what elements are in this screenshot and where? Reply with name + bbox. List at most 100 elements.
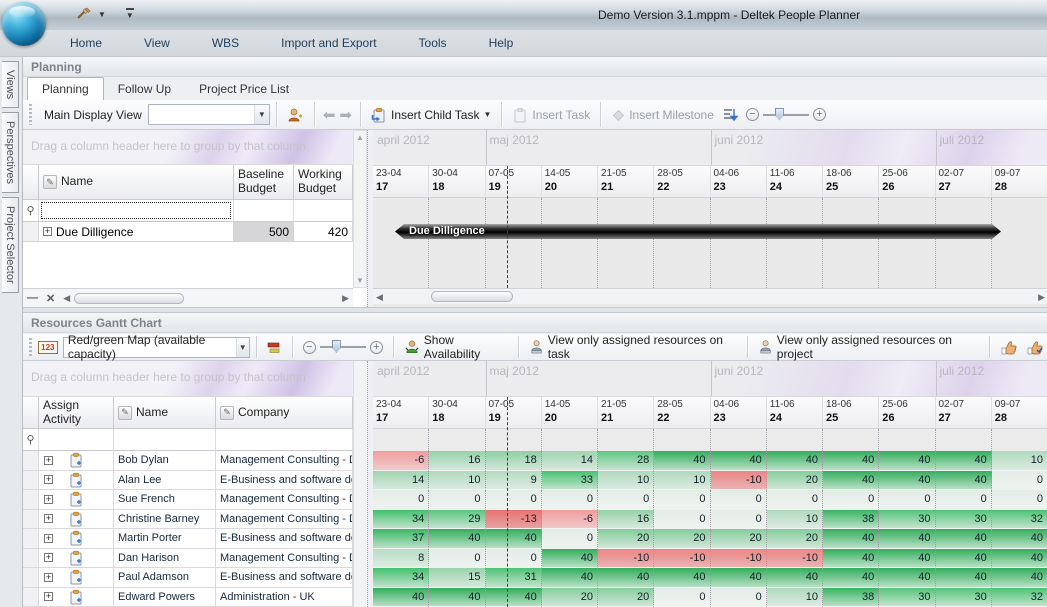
heatmap-cell[interactable]: 40	[992, 568, 1047, 588]
heatmap-cell[interactable]: 40	[373, 588, 429, 607]
assign-activity-icon[interactable]	[69, 589, 83, 605]
assign-activity-cell[interactable]: +	[39, 529, 114, 549]
heatmap-cell[interactable]: 20	[542, 588, 598, 607]
heatmap-cell[interactable]: -10	[711, 549, 767, 569]
planning-groupby-band[interactable]: Drag a column header here to group by th…	[23, 130, 353, 165]
heatmap-cell[interactable]: -13	[486, 510, 542, 530]
ribbon-tab-wbs[interactable]: WBS	[198, 31, 253, 55]
zoom-slider-thumb[interactable]	[332, 340, 341, 353]
toolbar-grip[interactable]	[29, 338, 32, 356]
week-header-cell[interactable]: 02-0727	[936, 397, 992, 428]
week-header-cell[interactable]: 11-0624	[767, 166, 823, 197]
heatmap-cell[interactable]: 40	[711, 451, 767, 471]
main-display-view-combobox[interactable]: ▼	[148, 104, 270, 125]
heatmap-cell[interactable]: 10	[992, 451, 1047, 471]
title-bar[interactable]: ▼ ▼ Demo Version 3.1.mppm - Deltek Peopl…	[0, 0, 1047, 30]
week-header-cell[interactable]: 14-0520	[542, 397, 598, 428]
heatmap-cell[interactable]: 34	[373, 568, 429, 588]
column-header-company[interactable]: ✎ Company	[216, 397, 353, 429]
resource-company-cell[interactable]: Management Consulting - DK	[216, 451, 353, 471]
heatmap-cell[interactable]: 30	[936, 510, 992, 530]
week-header-cell[interactable]: 28-0522	[654, 397, 710, 428]
resource-row[interactable]: +Sue FrenchManagement Consulting - DK	[23, 490, 353, 510]
planning-grid-vscrollbar[interactable]: ▲ ▼	[353, 130, 367, 288]
heatmap-cell[interactable]: 31	[486, 568, 542, 588]
assign-activity-cell[interactable]: +	[39, 490, 114, 510]
zoom-slider[interactable]	[320, 346, 366, 348]
heatmap-cell[interactable]: 40	[542, 549, 598, 569]
working-budget-cell[interactable]: 420	[294, 222, 353, 242]
scroll-left-icon[interactable]: ◀	[376, 292, 383, 303]
week-header-cell[interactable]: 11-0624	[767, 397, 823, 428]
heatmap-cell[interactable]: 20	[711, 529, 767, 549]
app-logo[interactable]	[2, 2, 46, 46]
week-header-cell[interactable]: 04-0623	[711, 166, 767, 197]
resource-name-cell[interactable]: Christine Barney	[114, 510, 216, 530]
side-tab-views[interactable]: Views	[2, 61, 19, 108]
task-row[interactable]: + Due Dilligence 500 420	[23, 222, 353, 242]
reject-button[interactable]	[1022, 338, 1047, 357]
resource-row[interactable]: +Christine BarneyManagement Consulting -…	[23, 510, 353, 530]
heatmap-cell[interactable]: 40	[879, 471, 935, 491]
column-header-assign-activity[interactable]: Assign Activity	[39, 397, 114, 429]
ribbon-tab-help[interactable]: Help	[475, 31, 528, 55]
scroll-up-icon[interactable]: ▲	[356, 133, 364, 142]
heatmap-cell[interactable]: 18	[486, 451, 542, 471]
heatmap-cell[interactable]: 0	[373, 490, 429, 510]
resource-name-cell[interactable]: Paul Adamson	[114, 568, 216, 588]
heatmap-cell[interactable]: 30	[879, 510, 935, 530]
heatmap-cell[interactable]: 40	[654, 568, 710, 588]
scroll-left-icon[interactable]: ◀	[63, 293, 70, 304]
heatmap-cell[interactable]: 40	[823, 451, 879, 471]
zoom-slider[interactable]	[763, 114, 809, 116]
heatmap-cell[interactable]: -10	[767, 549, 823, 569]
heatmap-cell[interactable]: -10	[711, 471, 767, 491]
heatmap-cell[interactable]: 0	[429, 490, 485, 510]
resource-row[interactable]: +Martin PorterE-Business and software de…	[23, 529, 353, 549]
expander-icon[interactable]: +	[44, 495, 53, 504]
column-header-baseline-budget[interactable]: Baseline Budget	[234, 165, 294, 200]
heatmap-cell[interactable]: 40	[992, 529, 1047, 549]
week-header-cell[interactable]: 18-0625	[823, 166, 879, 197]
approve-button[interactable]	[996, 338, 1022, 357]
resource-company-cell[interactable]: Management Consulting - DK	[216, 549, 353, 569]
quick-access-toolbar[interactable]: ▼ ▼	[76, 6, 134, 22]
heatmap-cell[interactable]: 14	[373, 471, 429, 491]
week-header-cell[interactable]: 21-0521	[598, 397, 654, 428]
paintbrush-icon[interactable]	[76, 6, 92, 22]
resource-name-cell[interactable]: Dan Harison	[114, 549, 216, 569]
week-header-cell[interactable]: 28-0522	[654, 166, 710, 197]
heatmap-cell[interactable]: 0	[598, 490, 654, 510]
week-header-cell[interactable]: 07-0519	[486, 166, 542, 197]
heatmap-cell[interactable]: 10	[654, 471, 710, 491]
assign-activity-filter-cell[interactable]	[39, 429, 114, 451]
week-header-cell[interactable]: 21-0521	[598, 166, 654, 197]
heatmap-cell[interactable]: 8	[373, 549, 429, 569]
resource-name-cell[interactable]: Martin Porter	[114, 529, 216, 549]
week-header-cell[interactable]: 25-0626	[879, 166, 935, 197]
heatmap-cell[interactable]: 10	[767, 510, 823, 530]
scroll-right-icon[interactable]: ▶	[342, 293, 349, 304]
resources-groupby-band[interactable]: Drag a column header here to group by th…	[23, 361, 353, 397]
side-tab-perspectives[interactable]: Perspectives	[2, 112, 19, 193]
assign-activity-cell[interactable]: +	[39, 549, 114, 569]
column-header-name[interactable]: ✎ Name	[39, 165, 234, 200]
expander-icon[interactable]: +	[44, 573, 53, 582]
ribbon-tab-tools[interactable]: Tools	[405, 31, 461, 55]
heatmap-cell[interactable]: 0	[936, 490, 992, 510]
heatmap-cell[interactable]: 16	[598, 510, 654, 530]
scroll-down-icon[interactable]: ▼	[356, 276, 364, 285]
heatmap-cell[interactable]: 40	[936, 529, 992, 549]
assign-activity-cell[interactable]: +	[39, 588, 114, 607]
side-tab-project-selector[interactable]: Project Selector	[2, 197, 19, 293]
heatmap-cell[interactable]: 0	[992, 490, 1047, 510]
heatmap-cell[interactable]: 0	[823, 490, 879, 510]
heatmap-cell[interactable]: 29	[429, 510, 485, 530]
heatmap-cell[interactable]: 40	[711, 568, 767, 588]
heatmap-cell[interactable]: 0	[486, 549, 542, 569]
heatmap-cell[interactable]: 38	[823, 588, 879, 607]
week-header-cell[interactable]: 25-0626	[879, 397, 935, 428]
column-header-name[interactable]: ✎ Name	[114, 397, 216, 429]
week-header-cell[interactable]: 04-0623	[711, 397, 767, 428]
assign-activity-icon[interactable]	[69, 530, 83, 546]
